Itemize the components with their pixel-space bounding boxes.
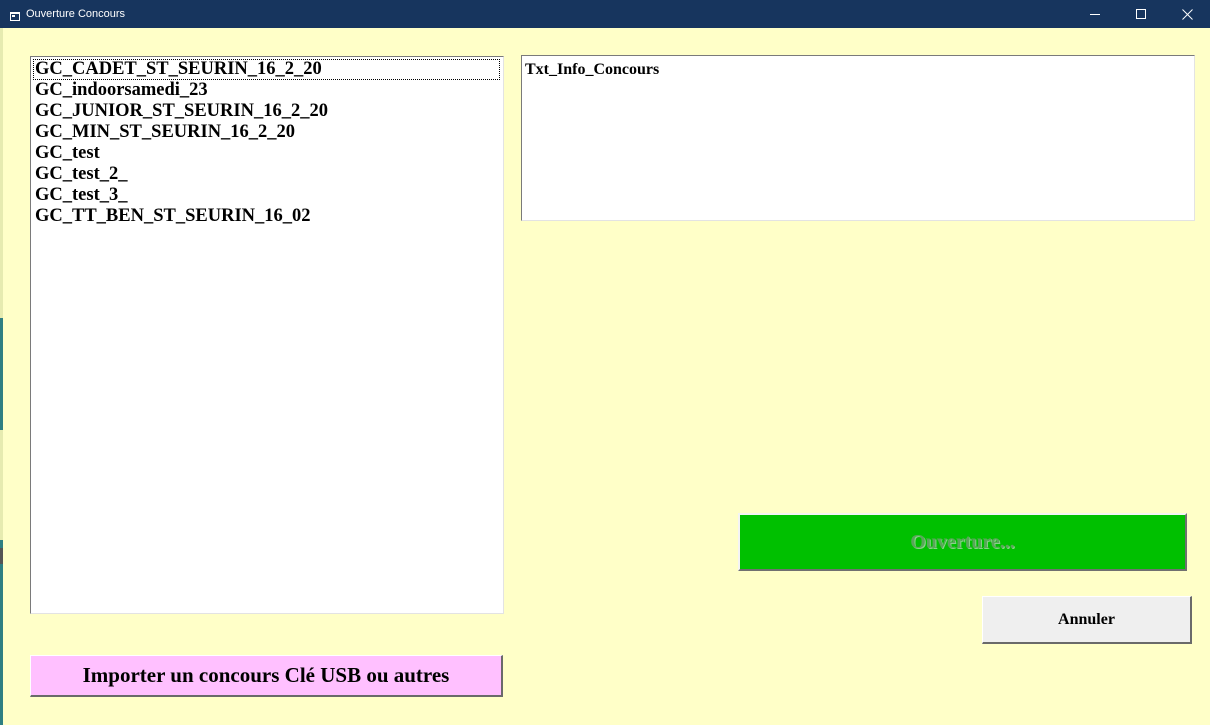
list-item[interactable]: GC_CADET_ST_SEURIN_16_2_20 bbox=[33, 59, 500, 80]
open-contest-button[interactable]: Ouverture... bbox=[738, 513, 1187, 571]
ouverture-concours-window: Ouverture Concours GC_CADET_ST_SEURIN_16… bbox=[0, 0, 1210, 725]
maximize-button[interactable] bbox=[1118, 0, 1164, 28]
list-item[interactable]: GC_TT_BEN_ST_SEURIN_16_02 bbox=[33, 206, 500, 227]
app-icon bbox=[10, 8, 20, 21]
left-edge-segment bbox=[0, 28, 3, 318]
contest-info-textbox[interactable]: Txt_Info_Concours bbox=[521, 55, 1195, 221]
import-contest-button[interactable]: Importer un concours Clé USB ou autres bbox=[30, 655, 503, 697]
list-item[interactable]: GC_test_3_ bbox=[33, 185, 500, 206]
left-edge-segment bbox=[0, 430, 3, 540]
window-title: Ouverture Concours bbox=[26, 8, 126, 20]
left-edge-marker bbox=[0, 548, 3, 564]
list-item[interactable]: GC_indoorsamedi_23 bbox=[33, 80, 500, 101]
cancel-label: Annuler bbox=[1058, 610, 1115, 628]
cancel-button[interactable]: Annuler bbox=[982, 596, 1192, 644]
contest-listbox[interactable]: GC_CADET_ST_SEURIN_16_2_20 GC_indoorsame… bbox=[30, 56, 504, 614]
list-item[interactable]: GC_test_2_ bbox=[33, 164, 500, 185]
list-item[interactable]: GC_JUNIOR_ST_SEURIN_16_2_20 bbox=[33, 101, 500, 122]
contest-info-text: Txt_Info_Concours bbox=[525, 61, 660, 78]
open-contest-label: Ouverture... bbox=[910, 530, 1015, 553]
maximize-icon bbox=[1136, 9, 1146, 19]
minimize-button[interactable] bbox=[1072, 0, 1118, 28]
list-item[interactable]: GC_test bbox=[33, 143, 500, 164]
list-item[interactable]: GC_MIN_ST_SEURIN_16_2_20 bbox=[33, 122, 500, 143]
minimize-icon bbox=[1090, 9, 1100, 19]
close-icon bbox=[1181, 8, 1193, 20]
import-contest-label: Importer un concours Clé USB ou autres bbox=[82, 663, 450, 687]
close-button[interactable] bbox=[1164, 0, 1210, 28]
title-bar[interactable]: Ouverture Concours bbox=[0, 0, 1210, 28]
